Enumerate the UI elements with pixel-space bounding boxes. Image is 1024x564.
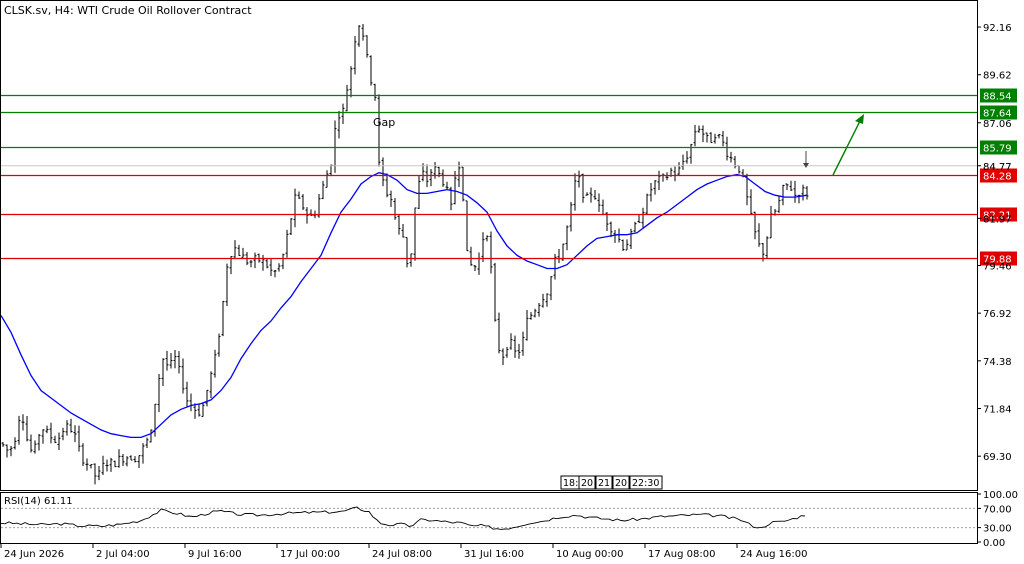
time-tick-label: 2 Jul 04:00 [96, 549, 150, 560]
price-tick-label: 74.38 [983, 357, 1012, 368]
price-tick-label: 84.77 [983, 162, 1012, 173]
time-tick-label: 31 Jul 16:00 [464, 549, 524, 560]
main-plot-frame [0, 0, 978, 491]
price-tick-label: 81.97 [983, 214, 1012, 225]
resistance-level-tag-label: 85.79 [983, 144, 1012, 155]
price-tick-label: 87.06 [983, 119, 1012, 130]
time-tick-label: 10 Aug 00:00 [556, 549, 623, 560]
price-tick-label: 79.46 [983, 261, 1012, 272]
chart-title: CLSK.sv, H4: WTI Crude Oil Rollover Cont… [4, 4, 252, 17]
rsi-tick-label: 30.00 [983, 524, 1012, 535]
price-tick-label: 69.30 [983, 452, 1012, 463]
svg-text:20: 20 [581, 478, 593, 489]
time-marker-box: 21 [595, 475, 613, 490]
svg-text:18:: 18: [563, 478, 578, 489]
svg-text:22:30: 22:30 [632, 478, 659, 489]
support-level-tag-label: 84.28 [983, 172, 1012, 183]
time-tick-label: 24 Jul 08:00 [372, 549, 432, 560]
rsi-label: RSI(14) 61.11 [4, 496, 73, 507]
time-range-markers: 18: 20 21 20 22:30 [560, 475, 663, 490]
time-tick-label: 24 Aug 16:00 [740, 549, 807, 560]
price-tick-label: 71.84 [983, 405, 1012, 416]
svg-text:20: 20 [615, 478, 627, 489]
price-tick-label: 76.92 [983, 309, 1012, 320]
price-tick-label: 92.16 [983, 23, 1012, 34]
gap-annotation: Gap [373, 116, 395, 129]
rsi-tick-label: 70.00 [983, 504, 1012, 515]
time-marker-box: 20 [578, 475, 596, 490]
time-tick-label: 17 Jul 00:00 [280, 549, 340, 560]
chart-canvas: 84.7788.5487.6485.7984.2882.2179.88 92.1… [0, 0, 1018, 560]
time-tick-label: 9 Jul 16:00 [188, 549, 242, 560]
time-marker-box: 18: [560, 475, 580, 490]
rsi-tick-label: 0.00 [983, 538, 1005, 549]
resistance-level-tag-label: 88.54 [983, 92, 1012, 103]
time-tick-label: 24 Jun 2026 [4, 549, 64, 560]
time-axis: 24 Jun 2026 2 Jul 04:00 9 Jul 16:00 17 Jul … [0, 544, 807, 560]
svg-text:21: 21 [598, 478, 610, 489]
time-tick-label: 17 Aug 08:00 [648, 549, 715, 560]
price-tick-label: 89.62 [983, 71, 1012, 82]
time-marker-box: 20 [612, 475, 630, 490]
time-marker-box: 22:30 [629, 475, 663, 490]
rsi-tick-label: 100.00 [983, 490, 1018, 501]
